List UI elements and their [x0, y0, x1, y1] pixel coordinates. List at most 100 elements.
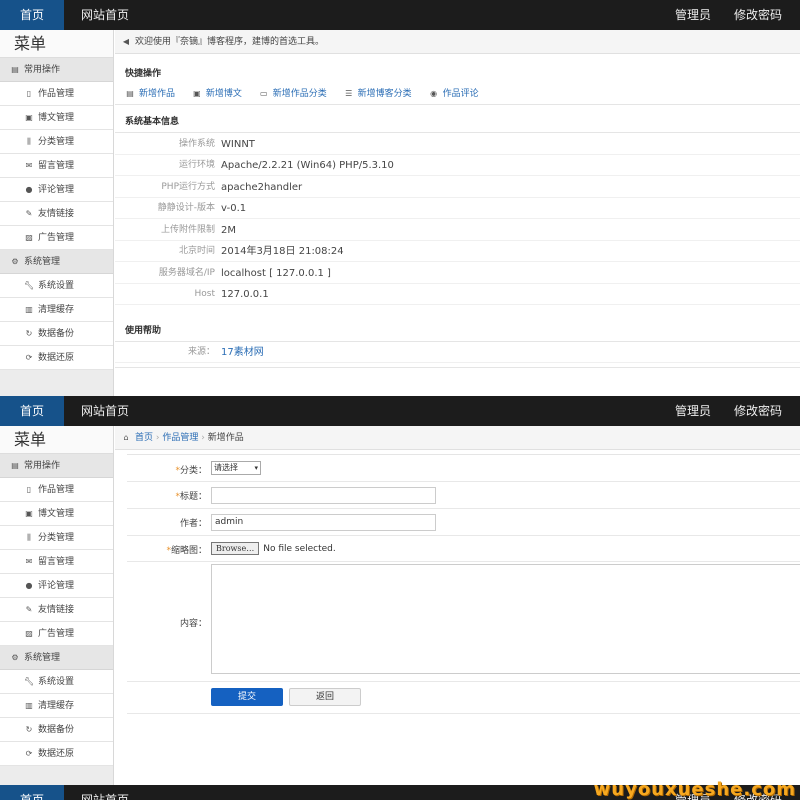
sidebar-item-clear-cache[interactable]: ▥ 清理缓存 — [0, 298, 113, 322]
breadcrumb-works[interactable]: 作品管理 — [162, 433, 198, 443]
sidebar-item-categories[interactable]: ⫼ 分类管理 — [0, 526, 113, 550]
sidebar-item-backup[interactable]: ↻ 数据备份 — [0, 718, 113, 742]
title-label: *标题： — [175, 492, 207, 502]
nav-admin[interactable]: 管理员 — [675, 396, 711, 426]
info-label: 运行环境 — [178, 160, 215, 170]
sidebar-item-label: 数据备份 — [38, 329, 75, 339]
divider — [115, 132, 800, 133]
notice-text: 欢迎使用『奈镝』博客程序，建博的首选工具。 — [135, 37, 325, 47]
sidebar-item-label: 留言管理 — [38, 161, 75, 171]
divider — [115, 104, 800, 105]
sidebar-item-categories[interactable]: ⫼ 分类管理 — [0, 130, 113, 154]
sidebar-item-settings[interactable]: 🔧︎ 系统设置 — [0, 274, 113, 298]
dashboard-panel: 首页 网站首页 管理员 修改密码 菜单 ▤ 常用操作 ▯ 作品管理 ▣ 博文管理 ⫼ 分… — [0, 0, 800, 396]
quick-link-add-work[interactable]: ▤ 新增作品 — [125, 86, 175, 99]
refresh-icon: ↻ — [25, 329, 33, 338]
sidebar-item-works[interactable]: ▯ 作品管理 — [0, 478, 113, 502]
quick-link-add-post[interactable]: ▣ 新增博文 — [192, 86, 242, 99]
title-input[interactable] — [211, 487, 436, 504]
sidebar-item-restore[interactable]: ⟳ 数据还原 — [0, 742, 113, 766]
content-label: 内容： — [179, 619, 207, 629]
quick-link-add-work-category[interactable]: ▭ 新增作品分类 — [259, 86, 327, 99]
nav-change-password[interactable]: 修改密码 — [734, 396, 782, 426]
sidebar-item-comments[interactable]: ● 评论管理 — [0, 574, 113, 598]
info-value: apache2handler — [221, 182, 303, 193]
sidebar-item-label: 清理缓存 — [38, 701, 75, 711]
submit-button[interactable]: 提交 — [211, 688, 283, 706]
sidebar-item-messages[interactable]: ✉ 留言管理 — [0, 154, 113, 178]
sidebar-group-system[interactable]: ⚙ 系统管理 — [0, 250, 113, 274]
source-link[interactable]: 17素材网 — [221, 342, 264, 363]
sidebar-item-label: 评论管理 — [38, 581, 75, 591]
nav-home[interactable]: 首页 — [0, 0, 64, 30]
sidebar-item-clear-cache[interactable]: ▥ 清理缓存 — [0, 694, 113, 718]
quick-actions-title: 快捷操作 — [125, 69, 162, 79]
info-value: localhost [ 127.0.0.1 ] — [221, 268, 331, 279]
add-work-form: *分类： 请选择 ▾ *标题： 作者： admin *缩略图： Browse… No… — [127, 454, 800, 714]
list-icon: ▤ — [11, 461, 19, 470]
info-row: 上传附件限制 2M — [115, 220, 800, 241]
info-label: 来源： — [187, 347, 215, 357]
nav-change-password[interactable]: 修改密码 — [734, 0, 782, 30]
nav-home[interactable]: 首页 — [0, 785, 64, 800]
link-icon: ✎ — [25, 209, 33, 218]
sidebar-item-links[interactable]: ✎ 友情链接 — [0, 598, 113, 622]
sidebar-item-label: 作品管理 — [38, 89, 75, 99]
sidebar-item-label: 评论管理 — [38, 185, 75, 195]
file-status: No file selected. — [263, 544, 336, 554]
sidebar-item-posts[interactable]: ▣ 博文管理 — [0, 502, 113, 526]
info-label: 操作系统 — [178, 139, 215, 149]
sidebar-group-common[interactable]: ▤ 常用操作 — [0, 58, 113, 82]
sidebar-item-label: 广告管理 — [38, 233, 75, 243]
sidebar-item-works[interactable]: ▯ 作品管理 — [0, 82, 113, 106]
nav-site-home[interactable]: 网站首页 — [81, 396, 129, 426]
list-icon: ▤ — [126, 89, 134, 98]
sidebar-item-ads[interactable]: ▨ 广告管理 — [0, 226, 113, 250]
nav-site-home[interactable]: 网站首页 — [81, 0, 129, 30]
help-title: 使用帮助 — [125, 326, 162, 336]
quick-link-work-comments[interactable]: ◉ 作品评论 — [429, 86, 479, 99]
document-icon: ▣ — [25, 509, 33, 518]
dashboard-content: ◀ 欢迎使用『奈镝』博客程序，建博的首选工具。 快捷操作 ▤ 新增作品 ▣ 新增博文 … — [115, 30, 800, 396]
sidebar-item-label: 留言管理 — [38, 557, 75, 567]
nav-home[interactable]: 首页 — [0, 396, 64, 426]
sidebar-item-messages[interactable]: ✉ 留言管理 — [0, 550, 113, 574]
gear-icon: ⚙ — [11, 257, 19, 266]
info-label: 服务器域名/IP — [158, 268, 215, 278]
back-button[interactable]: 返回 — [289, 688, 361, 706]
sidebar-item-restore[interactable]: ⟳ 数据还原 — [0, 346, 113, 370]
nav-site-home[interactable]: 网站首页 — [81, 785, 129, 800]
category-select[interactable]: 请选择 ▾ — [211, 461, 261, 475]
sidebar-item-backup[interactable]: ↻ 数据备份 — [0, 322, 113, 346]
breadcrumb-current: 新增作品 — [207, 433, 244, 443]
divider — [115, 367, 800, 368]
thumbnail-file-input: Browse… No file selected. — [211, 542, 336, 555]
info-value: 2M — [221, 225, 236, 236]
sidebar-item-posts[interactable]: ▣ 博文管理 — [0, 106, 113, 130]
form-row-content: 内容： — [127, 562, 800, 682]
picture-icon: ▨ — [25, 629, 33, 638]
sidebar-item-links[interactable]: ✎ 友情链接 — [0, 202, 113, 226]
system-info-title: 系统基本信息 — [125, 117, 180, 127]
wrench-icon: 🔧︎ — [24, 677, 35, 686]
sidebar-item-ads[interactable]: ▨ 广告管理 — [0, 622, 113, 646]
quick-link-add-blog-category[interactable]: ☰ 新增博客分类 — [344, 86, 412, 99]
breadcrumb-home[interactable]: 首页 — [135, 433, 153, 443]
info-row: 操作系统 WINNT — [115, 134, 800, 155]
sidebar-group-system[interactable]: ⚙ 系统管理 — [0, 646, 113, 670]
sidebar-item-comments[interactable]: ● 评论管理 — [0, 178, 113, 202]
sidebar-item-label: 作品管理 — [38, 485, 75, 495]
quick-link-label: 新增博文 — [205, 89, 242, 99]
form-row-actions: 提交 返回 — [127, 682, 800, 714]
sidebar-item-settings[interactable]: 🔧︎ 系统设置 — [0, 670, 113, 694]
author-input[interactable]: admin — [211, 514, 436, 531]
content-textarea[interactable] — [211, 564, 800, 674]
sidebar-group-common[interactable]: ▤ 常用操作 — [0, 454, 113, 478]
sidebar-item-label: 系统设置 — [38, 677, 75, 687]
welcome-notice: ◀ 欢迎使用『奈镝』博客程序，建博的首选工具。 — [115, 30, 800, 54]
sidebar: 菜单 ▤ 常用操作 ▯ 作品管理 ▣ 博文管理 ⫼ 分类管理 ✉ 留言管理 ● 评论管理 ✎… — [0, 30, 114, 396]
info-value: 2014年3月18日 21:08:24 — [221, 246, 344, 257]
nav-admin[interactable]: 管理员 — [675, 0, 711, 30]
browse-button[interactable]: Browse… — [211, 542, 260, 555]
books-icon: ⫼ — [27, 137, 31, 146]
